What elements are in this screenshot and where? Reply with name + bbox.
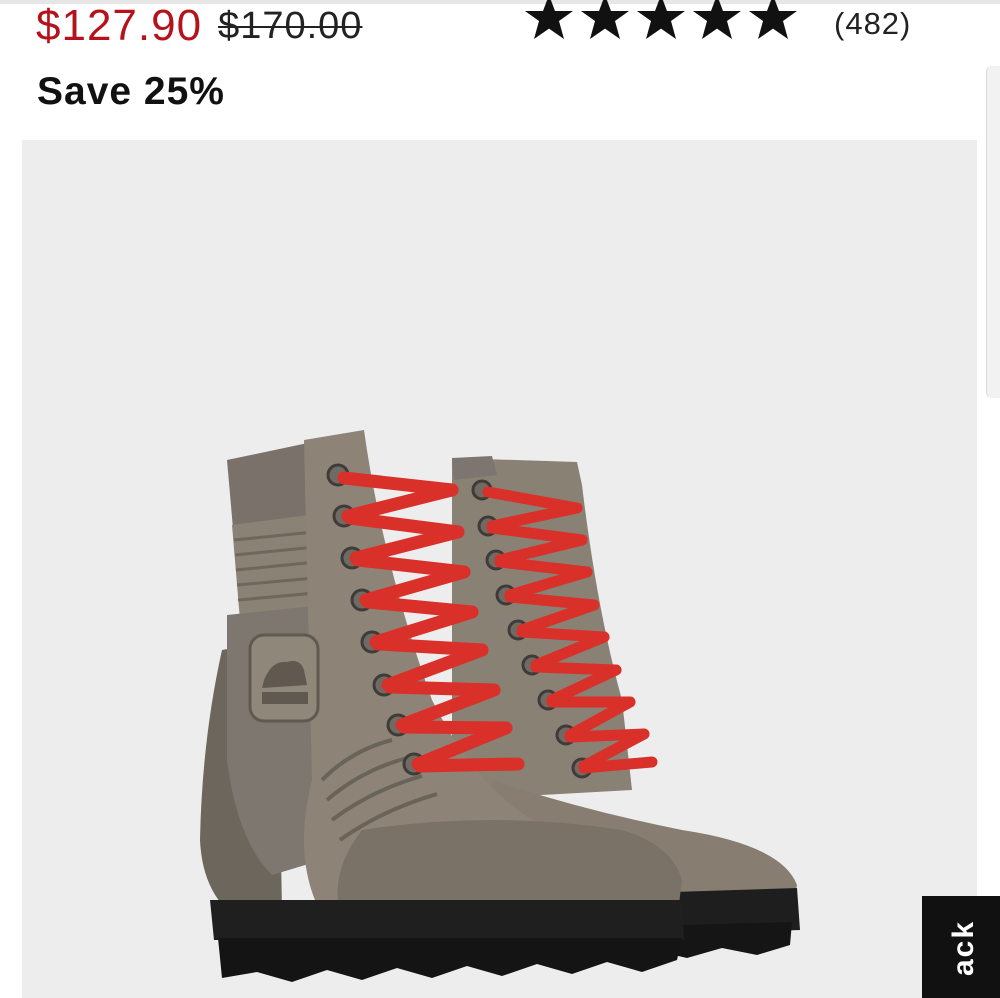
rating-summary[interactable]: (482) (524, 0, 911, 48)
boots-illustration (200, 430, 800, 982)
star-icon (693, 0, 741, 39)
scrollbar[interactable] (986, 66, 1000, 398)
star-icon (637, 0, 685, 39)
star-icon (525, 0, 573, 39)
star-rating (524, 0, 798, 39)
product-image[interactable] (22, 140, 977, 998)
sale-price: $127.90 (36, 1, 203, 50)
price-row: $127.90 $170.00 (36, 2, 362, 50)
savings-label: Save 25% (37, 70, 225, 113)
star-icon (749, 0, 797, 39)
star-icon (581, 0, 629, 39)
original-price: $170.00 (218, 5, 363, 47)
review-count[interactable]: (482) (834, 6, 911, 42)
feedback-tab[interactable]: ack (922, 896, 1000, 998)
feedback-label: ack (947, 919, 980, 977)
sorel-logo-patch (248, 633, 320, 723)
